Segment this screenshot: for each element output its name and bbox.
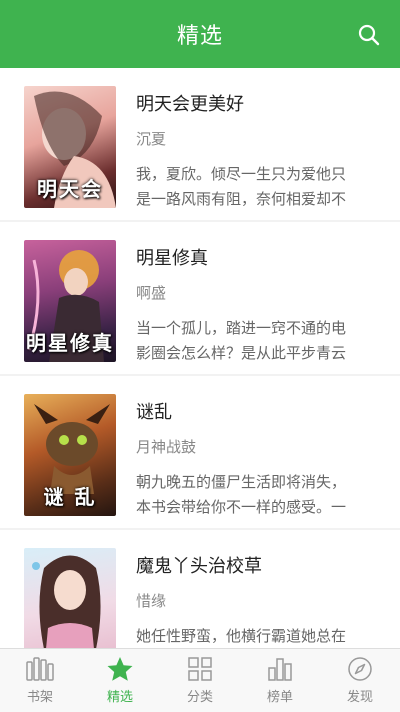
cover-title: 明天会 <box>37 177 103 201</box>
book-item[interactable]: 谜 乱 谜乱 月神战鼓 朝九晚五的僵尸生活即将消失， 本书会带给你不一样的感受。… <box>0 376 400 528</box>
tab-label: 分类 <box>186 690 213 705</box>
book-cover: 谜 乱 <box>24 394 116 516</box>
tab-discover[interactable]: 发现 <box>320 649 400 712</box>
book-title: 谜乱 <box>136 402 172 423</box>
tab-bookshelf[interactable]: 书架 <box>0 649 80 712</box>
compass-icon <box>348 657 372 681</box>
page-title: 精选 <box>176 24 223 49</box>
book-description: 她任性野蛮，他横行霸道她总在 <box>136 627 347 645</box>
tab-label: 书架 <box>26 690 53 705</box>
tab-label: 榜单 <box>266 690 293 705</box>
app: 精选 明天会 明天会更美好 沉夏 我，夏欣。倾尽一生只为爱他只 是一路风雨有阻，… <box>0 0 400 712</box>
book-description: 当一个孤儿，踏进一窍不通的电 影圈会怎么样？是从此平步青云 <box>136 319 347 362</box>
book-author: 沉夏 <box>136 130 167 148</box>
book-item[interactable]: 明星修真 明星修真 啊盛 当一个孤儿，踏进一窍不通的电 影圈会怎么样？是从此平步… <box>0 222 400 374</box>
book-item[interactable]: 魔鬼丫头治校草 惜缘 她任性野蛮，他横行霸道她总在 <box>0 530 400 648</box>
tab-category[interactable]: 分类 <box>160 649 240 712</box>
book-item[interactable]: 明天会 明天会更美好 沉夏 我，夏欣。倾尽一生只为爱他只 是一路风雨有阻，奈何相… <box>0 68 400 220</box>
cover-title: 谜 乱 <box>43 485 97 509</box>
book-title: 明天会更美好 <box>136 94 244 115</box>
book-list: 明天会 明天会更美好 沉夏 我，夏欣。倾尽一生只为爱他只 是一路风雨有阻，奈何相… <box>0 68 400 648</box>
book-author: 啊盛 <box>136 284 167 302</box>
tab-label: 精选 <box>106 690 133 705</box>
cover-title: 明星修真 <box>26 331 114 355</box>
grid-icon <box>188 657 212 681</box>
book-title: 魔鬼丫头治校草 <box>136 556 262 577</box>
book-cover: 明星修真 <box>24 240 116 362</box>
star-icon <box>107 657 133 681</box>
header-bar: 精选 <box>0 0 400 68</box>
book-title: 明星修真 <box>136 248 208 269</box>
book-description: 朝九晚五的僵尸生活即将消失， 本书会带给你不一样的感受。一 <box>136 473 347 516</box>
book-author: 月神战鼓 <box>136 438 197 456</box>
bottom-tab-bar: 书架 精选 分类 榜单 发现 <box>0 648 400 712</box>
book-description: 我，夏欣。倾尽一生只为爱他只 是一路风雨有阻，奈何相爱却不 <box>136 165 347 208</box>
book-cover <box>24 548 116 648</box>
tab-ranking[interactable]: 榜单 <box>240 649 320 712</box>
tab-featured[interactable]: 精选 <box>80 649 160 712</box>
bookshelf-icon <box>26 657 54 681</box>
search-icon <box>358 24 380 46</box>
book-author: 惜缘 <box>136 592 167 610</box>
bar-chart-icon <box>268 658 292 681</box>
tab-label: 发现 <box>346 690 373 705</box>
search-button[interactable] <box>356 22 382 48</box>
book-cover: 明天会 <box>24 86 116 208</box>
